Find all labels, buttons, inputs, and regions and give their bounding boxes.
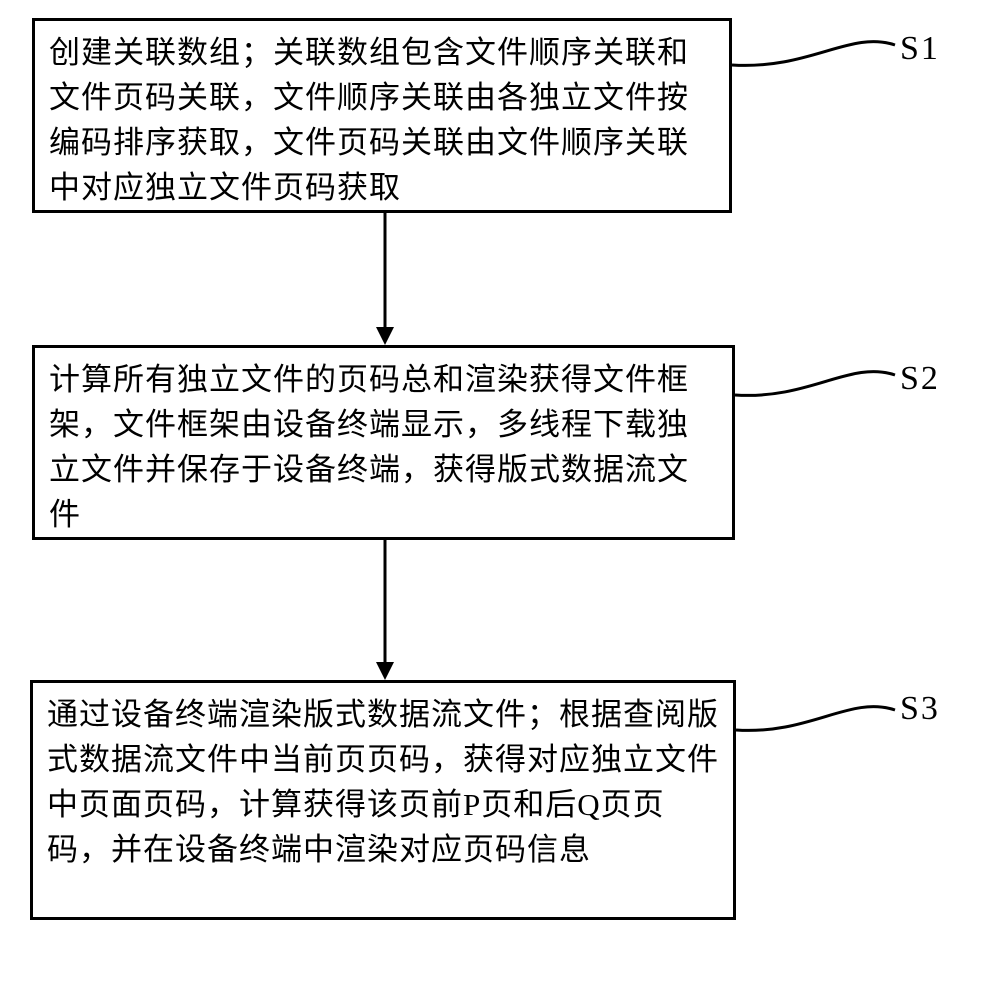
flow-step-s1: 创建关联数组；关联数组包含文件顺序关联和文件页码关联，文件顺序关联由各独立文件按…: [32, 18, 732, 213]
flow-step-s2-text: 计算所有独立文件的页码总和渲染获得文件框架，文件框架由设备终端显示，多线程下载独…: [49, 362, 689, 532]
flow-step-s2: 计算所有独立文件的页码总和渲染获得文件框架，文件框架由设备终端显示，多线程下载独…: [32, 345, 735, 540]
flow-step-s3: 通过设备终端渲染版式数据流文件；根据查阅版式数据流文件中当前页页码，获得对应独立…: [30, 680, 736, 920]
flow-arrow-s1-s2: [370, 213, 400, 345]
step-label-s1: S1: [900, 30, 940, 68]
flow-arrow-s2-s3: [370, 540, 400, 680]
flow-step-s1-text: 创建关联数组；关联数组包含文件顺序关联和文件页码关联，文件顺序关联由各独立文件按…: [49, 35, 689, 205]
flow-step-s3-text: 通过设备终端渲染版式数据流文件；根据查阅版式数据流文件中当前页页码，获得对应独立…: [47, 697, 719, 867]
step-label-s2: S2: [900, 360, 940, 398]
step-label-s3: S3: [900, 690, 940, 728]
